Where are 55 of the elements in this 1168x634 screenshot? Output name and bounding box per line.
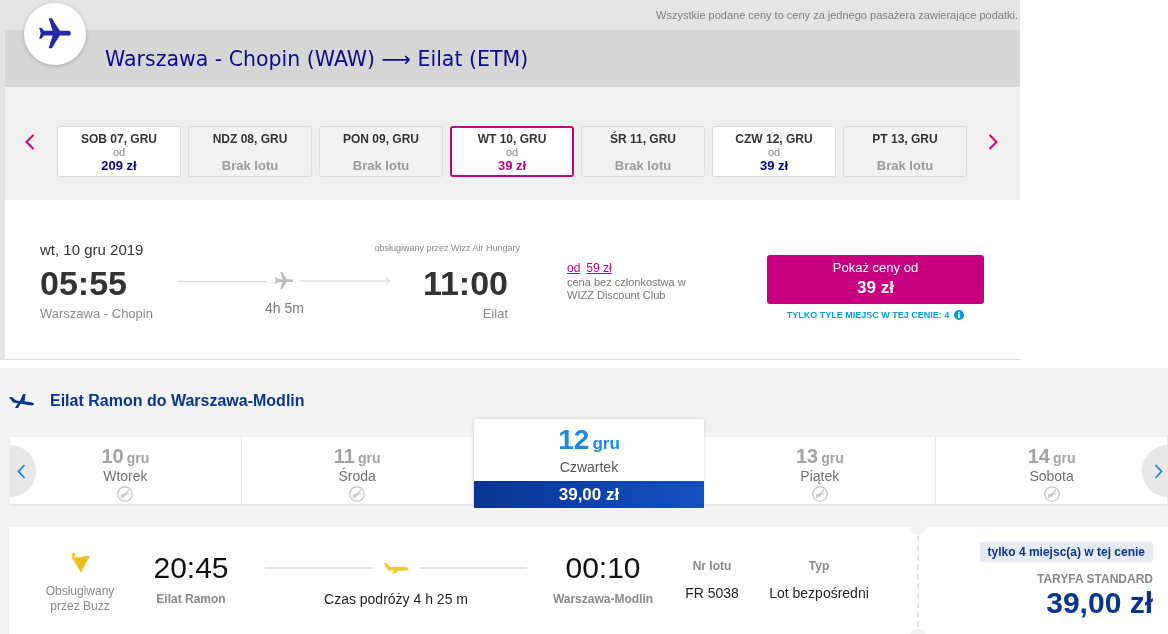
fare-name: TARYFA STANDARD [1037,572,1153,586]
flight-type: Lot bezpośredni [769,584,869,602]
no-flight-icon [1043,486,1060,502]
airplane-icon [8,394,35,408]
flight-type-label: Typ [808,558,830,574]
harp-icon [69,552,91,574]
chevron-right-icon [988,134,998,150]
arrival-airport: Eilat [482,305,508,323]
member-price-note: cena bez członkostwa w WIZZ Discount Club [567,276,687,302]
section-title: Eilat Ramon do Warszawa-Modlin [50,392,305,410]
date-tab[interactable]: 11 gru Środa [241,437,474,504]
chevron-left-icon [25,134,35,150]
info-icon[interactable] [954,310,965,320]
price-notice: Wszystkie podane ceny to ceny za jednego pasażera zawierające podatki. [656,9,1018,22]
flight-date: wt, 10 gru 2019 [40,241,144,259]
operator-text: obsługiwany przez Wizz Air Hungary [374,242,520,255]
airplane-icon [272,270,295,292]
flight-duration: 4h 5m [265,299,304,317]
show-prices-button[interactable]: Pokaż ceny od 39 zł [767,255,984,304]
fare-price: 39,00 zł [1046,586,1153,620]
date-card[interactable]: WT 10, GRU od 39 zł [450,126,574,177]
departure-airport: Warszawa - Chopin [40,305,153,323]
date-card[interactable]: CZW 12, GRU od 39 zł [712,126,836,177]
long-arrow-icon [300,276,392,286]
date-tab[interactable]: 14 gru Sobota [936,437,1168,504]
chevron-right-icon [1153,463,1163,479]
chevron-left-icon [16,463,26,479]
seats-left-badge: tylko 4 miejsc(a) w tej cenie [979,542,1153,562]
operator-text: Obsługiwany przez Buzz [44,584,116,614]
seats-left-text: TYLKO TYLE MIEJSC W TEJ CENIE: 4 [786,310,950,320]
flight-number-label: Nr lotu [692,558,732,574]
price-bar: 39,00 zł [473,481,705,508]
arrival-airport: Warszawa-Modlin [552,591,654,607]
no-flight-icon [349,486,366,502]
date-tab[interactable]: 13 gru Piątek [704,437,937,504]
date-card[interactable]: PT 13, GRU Brak lotu [843,126,967,177]
no-flight-icon [811,486,828,502]
date-card[interactable]: NDZ 08, GRU Brak lotu [188,126,312,177]
departure-time: 20:45 [153,550,229,586]
airplane-icon [383,562,409,574]
date-card[interactable]: PON 09, GRU Brak lotu [319,126,443,177]
airplane-logo-icon [24,3,86,65]
flight-number: FR 5038 [685,584,739,602]
no-flight-icon [117,486,134,502]
arrival-time: 00:10 [565,550,641,586]
member-price-link[interactable]: 59 zł [586,261,612,275]
date-tab[interactable]: 10 gru Wtorek [10,437,242,504]
price-prefix-link[interactable]: od [567,261,581,275]
flight-duration: Czas podróży 4 h 25 m [324,590,468,608]
route-title: Warszawa - Chopin (WAW) ⟶ Eilat (ETM) [105,46,529,71]
arrival-time: 11:00 [422,263,508,303]
date-card[interactable]: ŚR 11, GRU Brak lotu [581,126,705,177]
date-card[interactable]: SOB 07, GRU od 209 zł [57,126,181,177]
departure-time: 05:55 [40,263,127,303]
departure-airport: Eilat Ramon [156,591,226,607]
